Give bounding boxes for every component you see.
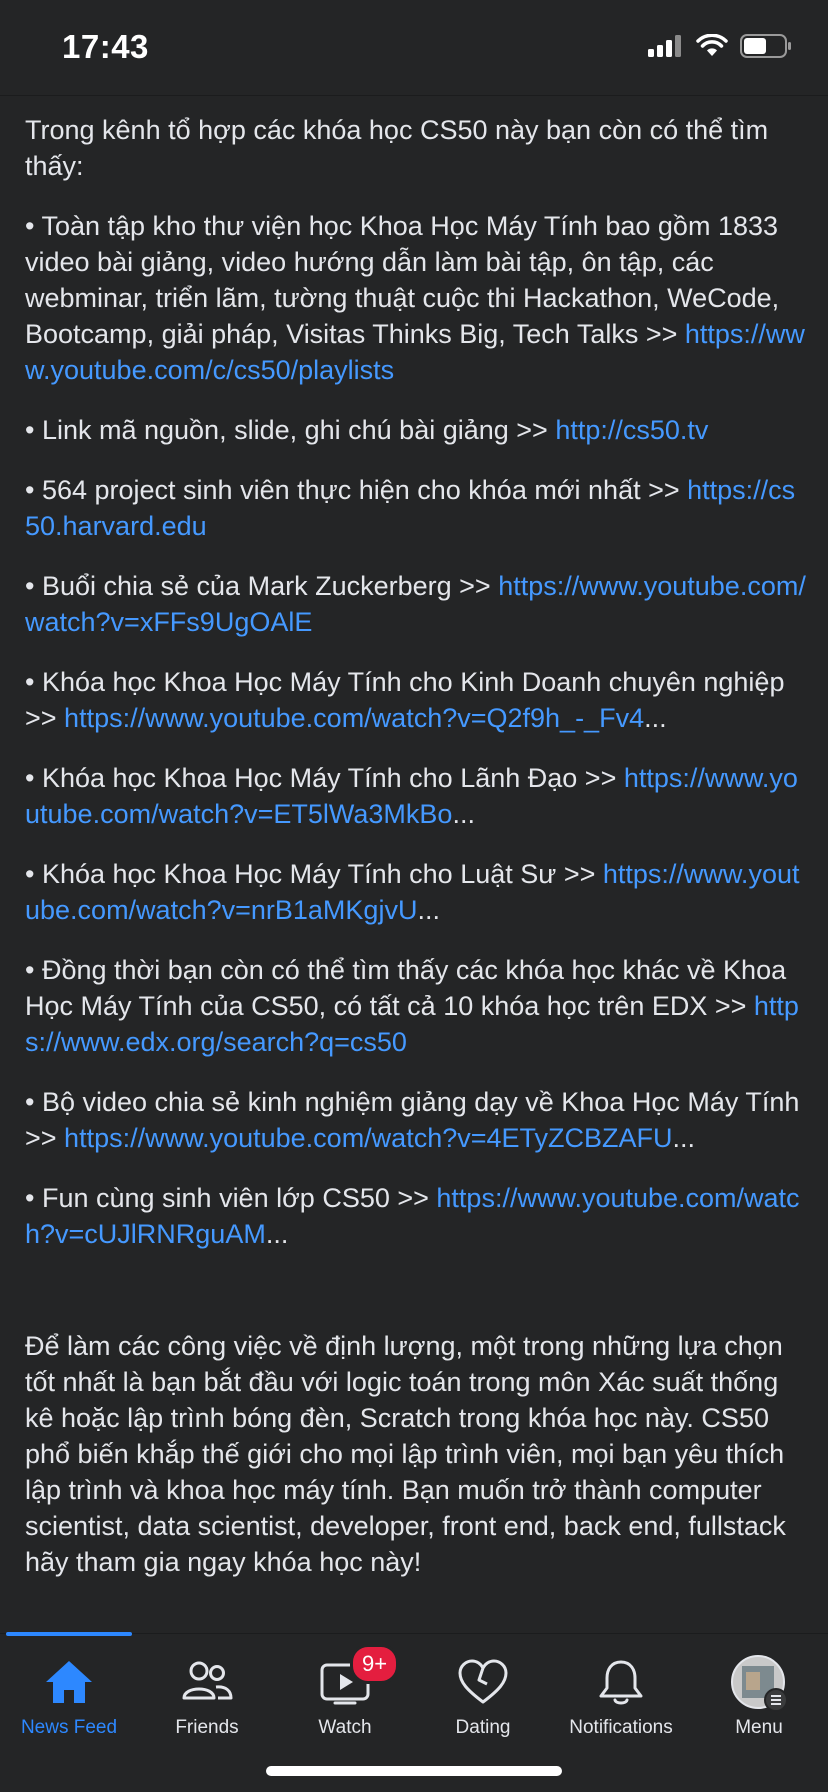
item-text: • Buổi chia sẻ của Mark Zuckerberg >>: [25, 571, 499, 601]
list-item: • Bộ video chia sẻ kinh nghiệm giảng dạy…: [25, 1084, 810, 1156]
ellipsis: ...: [452, 799, 475, 829]
avatar: [731, 1655, 788, 1712]
list-item: • Đồng thời bạn còn có thể tìm thấy các …: [25, 952, 810, 1060]
link-list: • Toàn tập kho thư viện học Khoa Học Máy…: [25, 208, 810, 1252]
item-text: • 564 project sinh viên thực hiện cho kh…: [25, 475, 688, 505]
item-link[interactable]: http://cs50.tv: [555, 415, 708, 445]
post-body: Trong kênh tổ hợp các khóa học CS50 này …: [25, 112, 810, 1604]
tab-notifications[interactable]: Notifications: [552, 1634, 690, 1754]
list-item: • Khóa học Khoa Học Máy Tính cho Luật Sư…: [25, 856, 810, 928]
heart-icon: [458, 1659, 508, 1704]
post-outro: Để làm các công việc về định lượng, một …: [25, 1331, 786, 1577]
ellipsis: ...: [417, 895, 440, 925]
list-item: • Khóa học Khoa Học Máy Tính cho Kinh Do…: [25, 664, 810, 736]
tab-watch[interactable]: 9+ Watch: [276, 1634, 414, 1754]
list-item: • Buổi chia sẻ của Mark Zuckerberg >> ht…: [25, 568, 810, 640]
list-item: • Toàn tập kho thư viện học Khoa Học Máy…: [25, 208, 810, 388]
battery-icon: [740, 34, 791, 58]
notification-badge: 9+: [350, 1644, 400, 1684]
post-intro: Trong kênh tổ hợp các khóa học CS50 này …: [25, 115, 769, 181]
tab-label: Watch: [318, 1717, 372, 1738]
item-link[interactable]: https://www.youtube.com/watch?v=Q2f9h_-_…: [64, 703, 644, 733]
ellipsis: ...: [265, 1219, 289, 1249]
tab-menu[interactable]: Menu: [690, 1634, 828, 1754]
friends-icon: [182, 1661, 233, 1700]
item-text: • Link mã nguồn, slide, ghi chú bài giản…: [25, 415, 556, 445]
list-item: • 564 project sinh viên thực hiện cho kh…: [25, 472, 810, 544]
tab-label: Notifications: [569, 1717, 673, 1738]
list-item: • Khóa học Khoa Học Máy Tính cho Lãnh Đạ…: [25, 760, 810, 832]
list-item: • Fun cùng sinh viên lớp CS50 >> https:/…: [25, 1180, 810, 1252]
clock: 17:43: [62, 28, 149, 65]
item-text: • Toàn tập kho thư viện học Khoa Học Máy…: [25, 211, 780, 349]
tab-friends[interactable]: Friends: [138, 1634, 276, 1754]
tab-news-feed[interactable]: News Feed: [0, 1634, 138, 1754]
signal-icon: [648, 35, 681, 57]
item-text: • Khóa học Khoa Học Máy Tính cho Lãnh Đạ…: [25, 763, 624, 793]
item-text: • Fun cùng sinh viên lớp CS50 >>: [25, 1183, 437, 1213]
home-indicator: [266, 1766, 562, 1776]
item-link[interactable]: https://www.youtube.com/watch?v=4ETyZCBZ…: [64, 1123, 672, 1153]
tab-label: News Feed: [20, 1717, 118, 1738]
status-icons: [648, 34, 792, 58]
bell-icon: [599, 1660, 643, 1705]
tab-label: Dating: [455, 1717, 511, 1738]
tab-dating[interactable]: Dating: [414, 1634, 552, 1754]
status-bar: 17:43: [0, 0, 828, 96]
list-item: • Link mã nguồn, slide, ghi chú bài giản…: [25, 412, 810, 448]
wifi-icon: [696, 34, 728, 56]
tab-label: Friends: [175, 1717, 239, 1738]
ellipsis: ...: [644, 703, 667, 733]
tab-label: Menu: [735, 1717, 783, 1738]
item-text: • Khóa học Khoa Học Máy Tính cho Luật Sư…: [25, 859, 603, 889]
item-text: • Đồng thời bạn còn có thể tìm thấy các …: [25, 955, 787, 1021]
home-icon: [46, 1661, 92, 1703]
ellipsis: ...: [672, 1123, 696, 1153]
